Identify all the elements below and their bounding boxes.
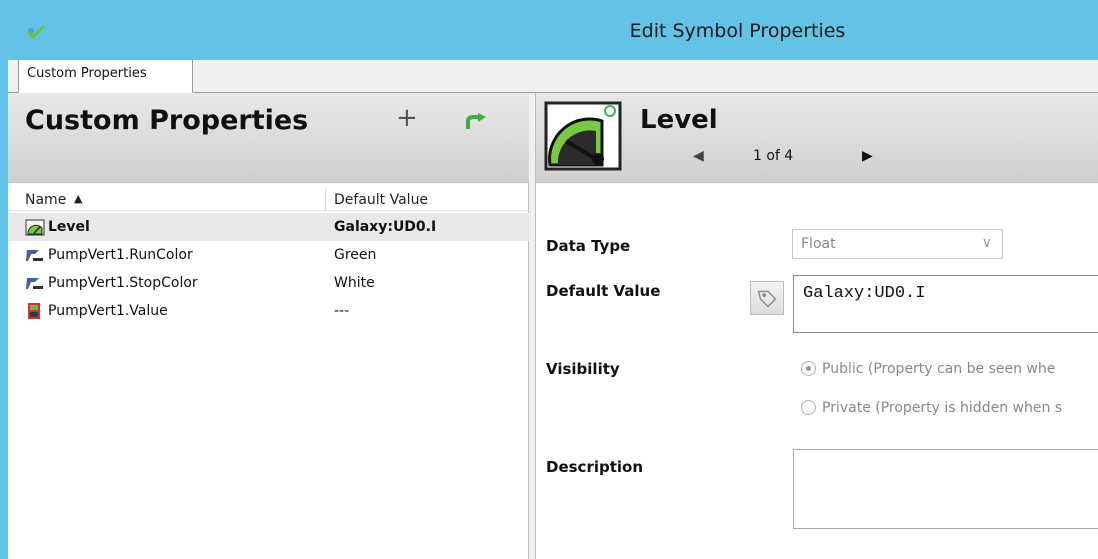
page-indicator: 1 of 4 bbox=[753, 148, 794, 164]
color-property-icon bbox=[26, 278, 43, 289]
title-bar: Edit Symbol Properties bbox=[0, 0, 1098, 60]
property-default-value: White bbox=[334, 275, 375, 291]
description-textarea[interactable] bbox=[793, 449, 1098, 529]
data-type-value: Float bbox=[801, 236, 836, 252]
tab-custom-properties[interactable]: Custom Properties bbox=[18, 60, 193, 93]
table-row[interactable]: Level Galaxy:UD0.I bbox=[8, 213, 529, 241]
property-name: PumpVert1.RunColor bbox=[48, 247, 193, 263]
custom-properties-header: Custom Properties + bbox=[8, 93, 529, 183]
chevron-down-icon: ∨ bbox=[981, 235, 992, 251]
tag-browse-button[interactable] bbox=[750, 281, 784, 315]
property-details-header: Level ◀ 1 of 4 ▶ bbox=[536, 93, 1098, 183]
property-default-value: Galaxy:UD0.I bbox=[334, 219, 437, 235]
revert-icon[interactable] bbox=[464, 113, 488, 131]
visibility-label: Visibility bbox=[546, 360, 620, 378]
table-row[interactable]: PumpVert1.StopColor White bbox=[8, 269, 529, 297]
next-arrow-icon[interactable]: ▶ bbox=[862, 148, 873, 164]
table-row[interactable]: PumpVert1.RunColor Green bbox=[8, 241, 529, 269]
column-header: Name ▲ Default Value bbox=[8, 189, 529, 211]
gauge-icon bbox=[544, 101, 622, 171]
custom-properties-heading: Custom Properties bbox=[25, 105, 309, 136]
color-property-icon bbox=[26, 250, 43, 261]
column-divider[interactable] bbox=[325, 189, 326, 211]
public-option-label: Public (Property can be seen whe bbox=[822, 361, 1056, 377]
tab-strip: Custom Properties bbox=[8, 60, 1098, 93]
radio-selected-icon bbox=[801, 361, 816, 376]
add-property-button[interactable]: + bbox=[396, 103, 418, 133]
tag-icon bbox=[757, 290, 777, 308]
previous-arrow-icon[interactable]: ◀ bbox=[693, 148, 704, 164]
private-radio[interactable]: Private (Property is hidden when s bbox=[801, 400, 1062, 416]
property-name: Level bbox=[48, 219, 90, 235]
description-label: Description bbox=[546, 458, 644, 476]
property-name: PumpVert1.StopColor bbox=[48, 275, 198, 291]
window-body: Custom Properties Custom Properties + Na… bbox=[8, 60, 1098, 559]
custom-properties-panel: Custom Properties + Name ▲ Default Value… bbox=[8, 93, 529, 559]
sort-ascending-icon: ▲ bbox=[74, 192, 83, 205]
private-option-label: Private (Property is hidden when s bbox=[822, 400, 1063, 416]
gauge-icon bbox=[25, 219, 45, 236]
table-row[interactable]: PumpVert1.Value --- bbox=[8, 297, 529, 325]
data-type-label: Data Type bbox=[546, 237, 631, 255]
property-default-value: Green bbox=[334, 247, 377, 263]
public-radio[interactable]: Public (Property can be seen whe bbox=[801, 361, 1055, 377]
property-details-panel: Level ◀ 1 of 4 ▶ Data Type Float ∨ Defau… bbox=[535, 93, 1098, 559]
radio-unselected-icon bbox=[801, 400, 816, 415]
property-name: PumpVert1.Value bbox=[48, 303, 168, 319]
symbol-name: Level bbox=[640, 105, 718, 135]
name-column-header[interactable]: Name bbox=[25, 192, 66, 208]
property-default-value: --- bbox=[334, 303, 350, 319]
pump-value-icon bbox=[28, 303, 40, 319]
default-value-label: Default Value bbox=[546, 282, 661, 300]
default-value-input[interactable]: Galaxy:UD0.I bbox=[793, 275, 1098, 333]
default-value-column-header[interactable]: Default Value bbox=[334, 192, 428, 208]
data-type-select[interactable]: Float ∨ bbox=[792, 229, 1003, 259]
window-title: Edit Symbol Properties bbox=[629, 20, 846, 42]
